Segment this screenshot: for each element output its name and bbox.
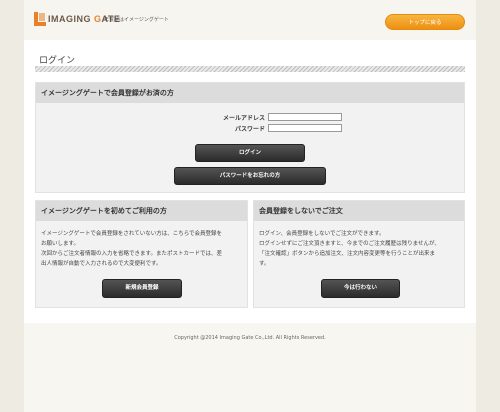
skip-registration-button[interactable]: 今は行わない (321, 279, 400, 298)
site-header: IMAGING GATE 年賀状はイメージングゲート トップに戻る (24, 0, 476, 40)
copyright: Copyright @2014 Imaging Gate Co.,Ltd. Al… (174, 335, 326, 341)
guest-order-heading: 会員登録をしないでご注文 (254, 201, 464, 221)
logo-main: MAGING (51, 14, 95, 24)
first-time-panel: イメージングゲートを初めてご利用の方 イメージングゲートで会員登録をされていない… (35, 200, 248, 308)
guest-order-panel: 会員登録をしないでご注文 ログイン、会員登録をしないでご注文ができます。 ログイ… (253, 200, 465, 308)
main-content: ログイン イメージングゲートで会員登録がお済の方 メールアドレス パスワード ロ… (24, 40, 476, 323)
first-time-text-3: 次回からご注文者情報の入力を省略できます。またポストカードでは、差 (41, 251, 222, 257)
email-field[interactable] (268, 113, 342, 121)
register-button[interactable]: 新規会員登録 (102, 279, 182, 298)
login-panel: イメージングゲートで会員登録がお済の方 メールアドレス パスワード ログイン パ… (35, 82, 465, 193)
page: IMAGING GATE 年賀状はイメージングゲート トップに戻る ログイン イ… (24, 0, 476, 412)
logo-mark-icon (34, 12, 46, 26)
first-time-text-2: お願いします。 (41, 241, 79, 247)
email-label: メールアドレス (222, 115, 265, 122)
guest-text-1: ログイン、会員登録をしないでご注文ができます。 (259, 231, 385, 237)
password-label: パスワード (234, 126, 265, 133)
first-time-text-4: 出人情報が自動で入力されるので大変便利です。 (41, 261, 162, 267)
first-time-heading: イメージングゲートを初めてご利用の方 (36, 201, 247, 221)
guest-text-4: す。 (259, 261, 270, 267)
forgot-password-button[interactable]: パスワードをお忘れの方 (174, 167, 326, 185)
guest-text-2: ログインせずにご注文頂きますと、今までのご注文履歴は残りませんが、 (259, 241, 440, 247)
top-page-button[interactable]: トップに戻る (385, 14, 465, 30)
title-divider (35, 66, 465, 72)
page-title: ログイン (39, 56, 76, 66)
tagline: 年賀状はイメージングゲート (104, 17, 169, 23)
first-time-text-1: イメージングゲートで会員登録をされていない方は、こちらで会員登録を (41, 231, 223, 237)
logo-accent: G (94, 14, 102, 24)
password-field[interactable] (268, 124, 342, 132)
guest-text-3: 「注文確認」ボタンから追加注文、注文内容変更等を行うことが出来ま (259, 251, 436, 257)
login-panel-heading: イメージングゲートで会員登録がお済の方 (36, 83, 464, 103)
login-button[interactable]: ログイン (195, 144, 305, 162)
